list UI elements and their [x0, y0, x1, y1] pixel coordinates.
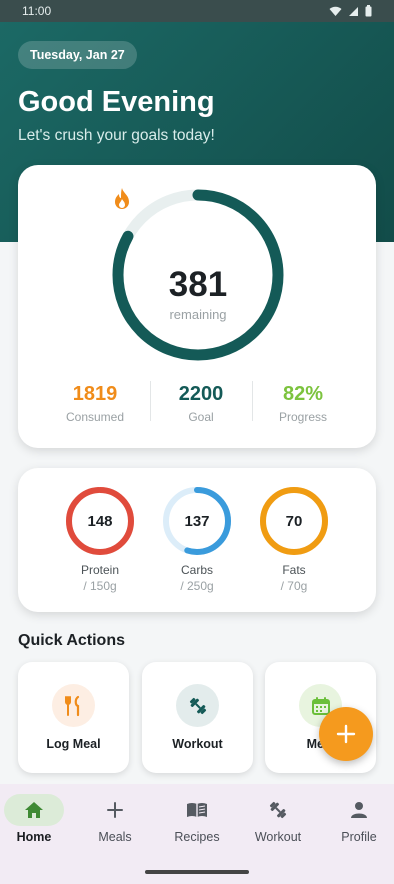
macro-fats: 70 Fats / 70g [249, 486, 339, 593]
stat-progress: 82% Progress [248, 383, 358, 424]
nav-home[interactable]: Home [0, 794, 74, 844]
book-icon [167, 794, 227, 826]
calorie-summary-card[interactable]: 381 remaining 1819 Consumed 2200 Goal 82… [18, 165, 376, 448]
workout-button[interactable]: Workout [142, 662, 253, 773]
greeting-subtitle: Let's crush your goals today! [18, 127, 215, 144]
dumbbell-icon [248, 794, 308, 826]
status-bar: 11:00 [0, 0, 394, 22]
greeting-title: Good Evening [18, 86, 215, 118]
workout-label: Workout [172, 737, 223, 751]
carbs-goal: / 250g [180, 579, 214, 593]
fork-knife-icon [52, 684, 95, 727]
nav-workout-label: Workout [254, 830, 302, 844]
nav-meals[interactable]: Meals [75, 794, 155, 844]
nav-workout[interactable]: Workout [238, 794, 318, 844]
plus-icon [85, 794, 145, 826]
dumbbell-icon [176, 684, 219, 727]
macros-card[interactable]: 148 Protein / 150g 137 Carbs / 250g 70 F… [18, 468, 376, 612]
nav-profile-label: Profile [341, 830, 377, 844]
log-meal-label: Log Meal [46, 737, 101, 751]
stat-goal-value: 2200 [178, 383, 224, 405]
calories-remaining-value: 381 [168, 265, 228, 304]
nav-recipes[interactable]: Recipes [157, 794, 237, 844]
calorie-progress-ring: 381 remaining [110, 187, 286, 363]
bottom-navigation: Home Meals Recipes Workout Profile [0, 784, 394, 884]
plus-icon [336, 724, 356, 744]
stat-goal: 2200 Goal [146, 383, 256, 424]
fats-goal: / 70g [280, 579, 308, 593]
quick-actions-title: Quick Actions [18, 632, 125, 649]
add-fab-button[interactable] [319, 707, 373, 761]
protein-goal: / 150g [83, 579, 117, 593]
flame-icon [115, 188, 129, 209]
stat-consumed: 1819 Consumed [40, 383, 150, 424]
stat-progress-label: Progress [278, 410, 328, 424]
carbs-value: 137 [184, 513, 210, 530]
nav-meals-label: Meals [98, 830, 132, 844]
stat-consumed-label: Consumed [65, 410, 125, 424]
wifi-icon [329, 6, 342, 16]
calories-remaining-label: remaining [169, 307, 227, 322]
status-icons [329, 5, 372, 17]
home-indicator [145, 870, 249, 874]
nav-profile[interactable]: Profile [319, 794, 394, 844]
stat-progress-value: 82% [282, 383, 324, 405]
protein-value: 148 [87, 513, 113, 530]
signal-icon [349, 6, 358, 16]
stat-consumed-value: 1819 [72, 383, 118, 405]
carbs-label: Carbs [180, 563, 213, 577]
macro-protein: 148 Protein / 150g [55, 486, 145, 593]
nav-home-label: Home [16, 830, 52, 844]
fats-label: Fats [282, 563, 306, 577]
date-pill: Tuesday, Jan 27 [18, 41, 137, 69]
home-icon [4, 794, 64, 826]
fats-value: 70 [285, 513, 303, 530]
status-time: 11:00 [22, 4, 52, 18]
log-meal-button[interactable]: Log Meal [18, 662, 129, 773]
protein-label: Protein [80, 563, 120, 577]
person-icon [329, 794, 389, 826]
stat-goal-label: Goal [188, 410, 214, 424]
nav-recipes-label: Recipes [174, 830, 220, 844]
battery-icon [365, 5, 372, 17]
macro-carbs: 137 Carbs / 250g [152, 486, 242, 593]
